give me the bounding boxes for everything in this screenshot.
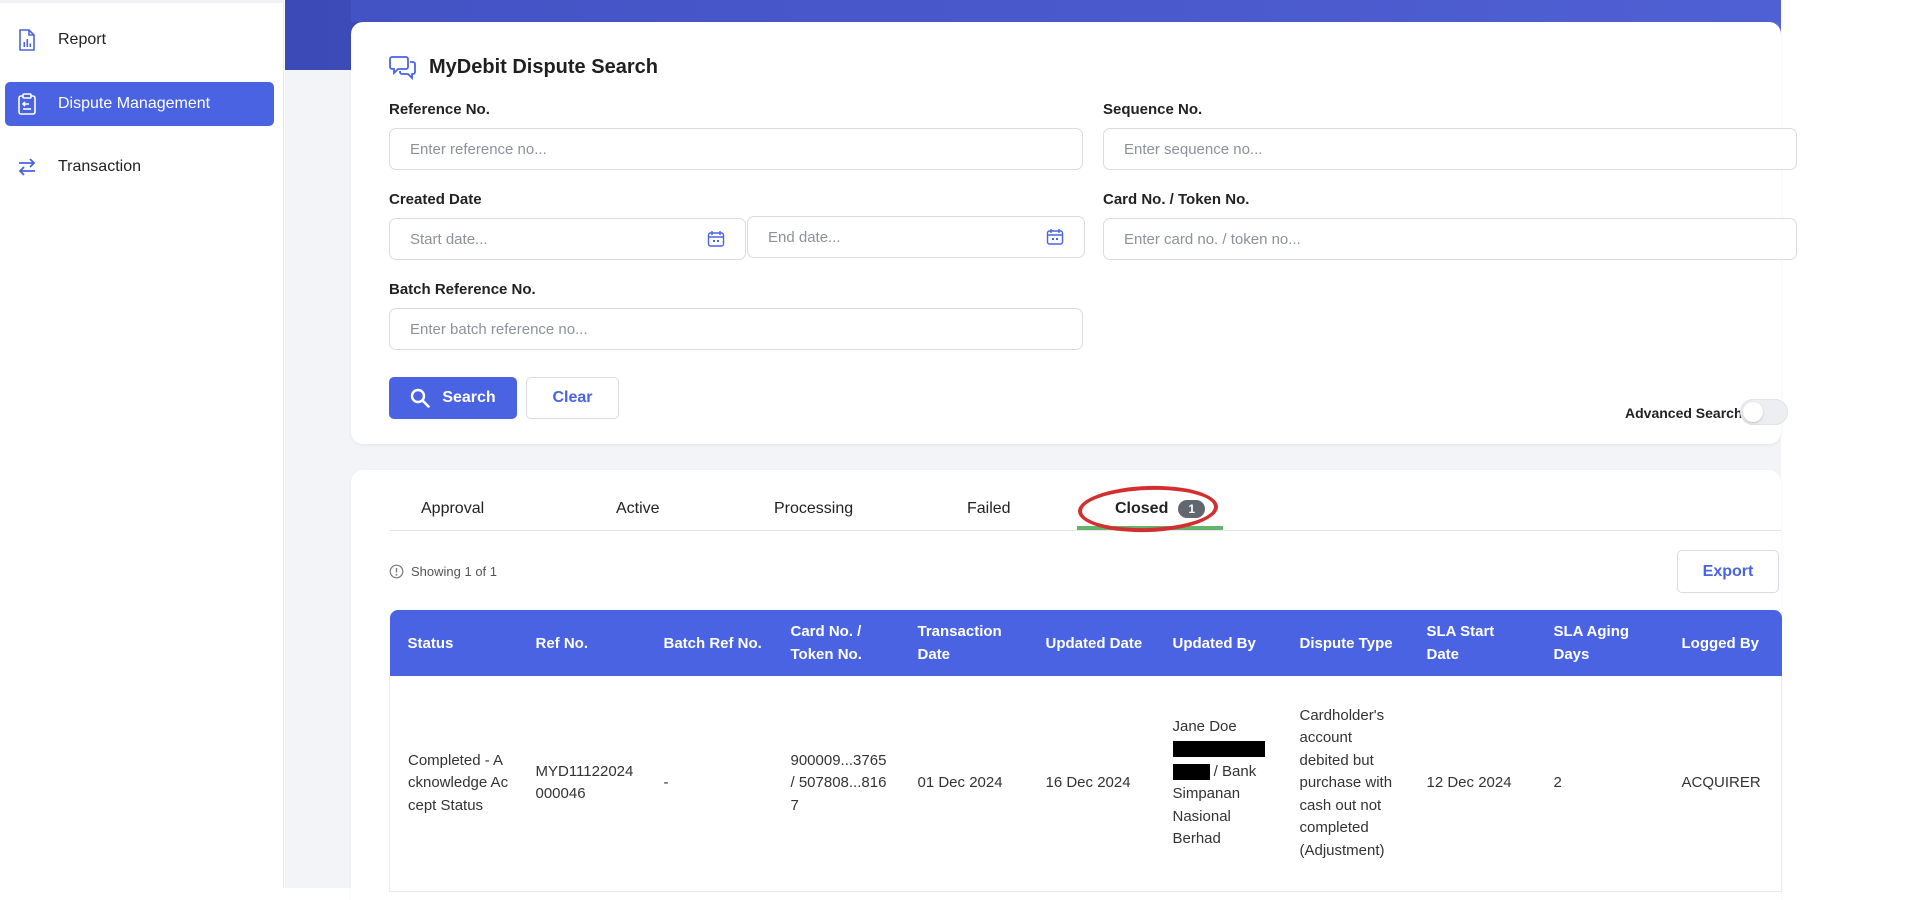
status-cell: Completed - Acknowledge Accept Status [389,676,518,892]
search-icon [410,388,431,408]
column-header[interactable]: Transaction Date [899,610,1028,676]
column-header[interactable]: SLA Aging Days [1535,610,1664,676]
column-header[interactable]: Updated By [1154,610,1282,676]
tab-approval[interactable]: Approval [421,500,484,518]
column-header[interactable]: Card No. / Token No. [772,610,900,676]
clipboard-icon [16,93,38,115]
results-card: Approval Active Processing Failed Closed… [351,470,1782,900]
calendar-icon[interactable] [1044,226,1066,248]
calendar-icon[interactable] [705,228,727,250]
sequence-field[interactable] [1103,128,1797,170]
clear-button[interactable]: Clear [526,377,619,419]
column-header[interactable]: Logged By [1663,610,1782,676]
card-no-cell: 900009...3765 / 507808...8167 [772,676,900,892]
card-field[interactable] [1103,218,1797,260]
tabs-divider [389,530,1781,531]
sidebar-item-label: Report [58,31,107,48]
dispute-type-cell: Cardholder's account debited but purchas… [1281,676,1409,892]
sidebar: Report Dispute Management Transaction [0,0,284,888]
sla-start-date-cell: 12 Dec 2024 [1408,676,1536,892]
column-header[interactable]: Dispute Type [1281,610,1409,676]
redaction-bar [1172,741,1265,758]
sidebar-item-transaction[interactable]: Transaction [5,145,274,189]
table-header-row: Status Ref No. Batch Ref No. Card No. / … [389,610,1782,676]
tab-active[interactable]: Active [616,500,660,518]
right-blank-area [1781,0,1910,888]
transfer-arrows-icon [16,156,38,178]
ref-no-cell[interactable]: MYD11122024000046 [517,676,646,892]
end-date-field[interactable] [747,216,1085,258]
info-icon [389,564,404,579]
advanced-search-toggle[interactable] [1740,399,1788,425]
advanced-search-label: Advanced Search [1625,405,1743,421]
column-header[interactable]: Status [389,610,518,676]
table-row[interactable]: Completed - Acknowledge Accept Status MY… [389,676,1782,892]
batch-ref-cell: - [645,676,773,892]
start-date-field[interactable] [389,218,746,260]
start-date-input[interactable] [408,229,705,249]
header-banner-strip [351,0,1781,22]
column-header[interactable]: Updated Date [1027,610,1155,676]
chat-bubbles-icon [389,52,419,82]
sidebar-item-report[interactable]: Report [5,18,274,62]
updated-by-cell: Jane Doe / Bank Simpanan Nasional Berhad [1154,676,1282,892]
sidebar-item-label: Dispute Management [58,95,211,112]
sidebar-item-label: Transaction [58,158,141,175]
updated-date-cell: 16 Dec 2024 [1027,676,1155,892]
sequence-input[interactable] [1122,139,1778,159]
batch-label: Batch Reference No. [389,281,536,298]
report-icon [16,29,38,51]
toggle-knob [1743,402,1763,422]
sequence-label: Sequence No. [1103,101,1203,118]
search-button[interactable]: Search [389,377,517,419]
results-count-text: Showing 1 of 1 [411,564,498,579]
search-button-label: Search [442,389,496,406]
results-count: Showing 1 of 1 [389,564,497,579]
reference-label: Reference No. [389,101,490,118]
card-label: Card No. / Token No. [1103,191,1250,208]
results-table: Status Ref No. Batch Ref No. Card No. / … [389,610,1782,892]
sidebar-item-dispute-management[interactable]: Dispute Management [5,82,274,126]
column-header[interactable]: SLA Start Date [1408,610,1536,676]
search-title-text: MyDebit Dispute Search [429,55,658,78]
card-input[interactable] [1122,229,1778,249]
logged-by-cell: ACQUIRER [1663,676,1782,892]
reference-input[interactable] [408,139,1064,159]
column-header[interactable]: Ref No. [517,610,646,676]
transaction-date-cell: 01 Dec 2024 [899,676,1028,892]
redaction-bar [1172,763,1210,780]
export-button[interactable]: Export [1677,550,1779,593]
sidebar-top-divider [0,0,284,3]
batch-input[interactable] [408,319,1064,339]
reference-field[interactable] [389,128,1083,170]
sla-aging-days-cell: 2 [1535,676,1664,892]
end-date-input[interactable] [766,227,1044,247]
page-title: MyDebit Dispute Search [389,52,658,82]
updated-by-name: Jane Doe [1172,717,1237,735]
tab-failed[interactable]: Failed [967,500,1011,518]
batch-field[interactable] [389,308,1083,350]
search-card: MyDebit Dispute Search Reference No. Seq… [351,22,1797,444]
created-date-label: Created Date [389,191,482,208]
tab-processing[interactable]: Processing [774,500,853,518]
column-header[interactable]: Batch Ref No. [645,610,773,676]
